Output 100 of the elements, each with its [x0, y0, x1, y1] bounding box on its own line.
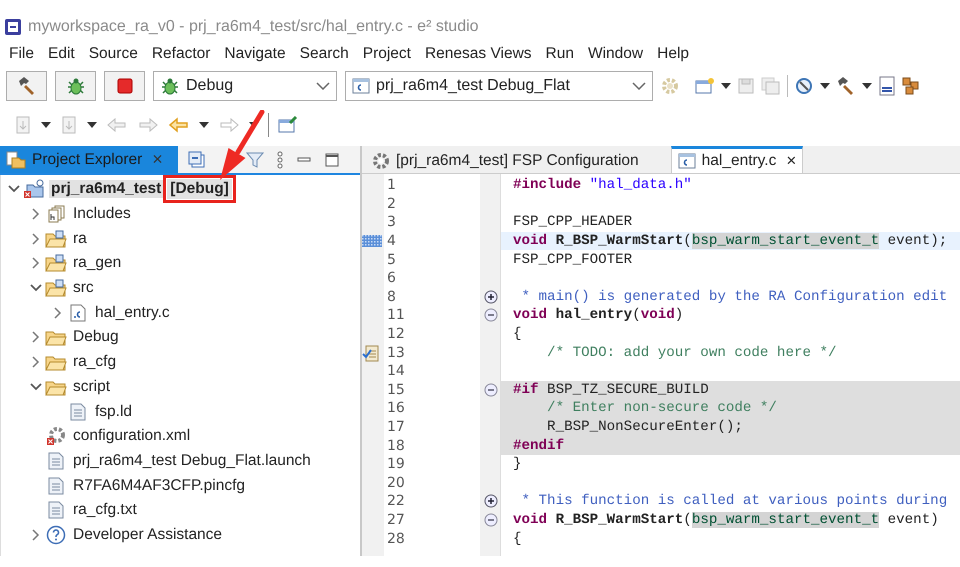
- stop-button[interactable]: [104, 71, 145, 101]
- code-line: }: [512, 455, 523, 474]
- maximize-icon[interactable]: [324, 152, 340, 168]
- binary-file-icon[interactable]: [878, 76, 896, 96]
- tree-item[interactable]: fsp.ld: [93, 402, 134, 421]
- explorer-icon: [6, 150, 26, 168]
- tree-item[interactable]: configuration.xml: [71, 427, 192, 446]
- tree-item[interactable]: hal_entry.c: [93, 304, 172, 322]
- tree-item[interactable]: ra_cfg.txt: [71, 501, 139, 520]
- line-number: 12: [386, 326, 406, 342]
- line-number: 16: [386, 400, 406, 416]
- editor-tab[interactable]: hal_entry.c ×: [670, 146, 804, 173]
- chevron-icon: [316, 82, 330, 90]
- build-button[interactable]: [6, 71, 47, 101]
- tree-item[interactable]: prj_ra6m4_test: [49, 180, 164, 198]
- launch-configuration-dropdown[interactable]: prj_ra6m4_test Debug_Flat: [345, 71, 653, 101]
- tree-item[interactable]: ra_gen: [71, 254, 124, 272]
- tree-item[interactable]: ra: [71, 230, 89, 248]
- pin-window-icon[interactable]: [278, 116, 298, 134]
- line-number: 28: [386, 530, 406, 547]
- code-line: #include "hal_data.h": [512, 176, 693, 195]
- project-explorer-tab[interactable]: Project Explorer ×: [0, 146, 178, 173]
- code-line: void R_BSP_WarmStart(bsp_warm_start_event_t event): [512, 510, 940, 530]
- bug-icon: [160, 76, 180, 96]
- line-number: 5: [386, 252, 397, 268]
- tree-item[interactable]: script: [71, 378, 112, 396]
- collapse-all-icon[interactable]: [188, 150, 206, 168]
- code-line: /* TODO: add your own code here */: [546, 344, 838, 362]
- source-folder-icon: [45, 230, 67, 248]
- tree-item[interactable]: Debug: [71, 328, 121, 346]
- hammer-icon[interactable]: [836, 76, 856, 96]
- app-logo-icon: [4, 18, 22, 36]
- source-folder-icon: [45, 254, 67, 272]
- project-icon: [23, 179, 45, 200]
- tree-item[interactable]: prj_ra6m4_test Debug_Flat.launch: [71, 452, 313, 470]
- bug-icon: [66, 76, 86, 96]
- c-file-icon: [352, 77, 370, 95]
- menu-item[interactable]: Help: [650, 45, 696, 63]
- build-config-label: [Debug]: [167, 179, 232, 200]
- collapse-fold-icon[interactable]: [484, 308, 498, 322]
- line-number: 27: [386, 512, 406, 528]
- line-number: 20: [386, 474, 406, 491]
- tree-item[interactable]: ra_cfg: [71, 353, 118, 372]
- line-number: 2: [386, 196, 397, 212]
- line-number: 6: [386, 270, 397, 286]
- new-window-icon[interactable]: [695, 77, 715, 95]
- menu-item[interactable]: Renesas Views: [418, 45, 539, 63]
- tree-item[interactable]: src: [71, 279, 96, 298]
- editor-tab[interactable]: [prj_ra6m4_test] FSP Configuration: [366, 146, 645, 173]
- menu-item[interactable]: Run: [538, 45, 581, 63]
- menu-item[interactable]: Search: [292, 45, 356, 63]
- line-number: 11: [386, 307, 406, 324]
- gear-file-icon: [45, 426, 67, 446]
- tree-item[interactable]: Developer Assistance: [71, 526, 224, 544]
- code-line: * main() is generated by the RA Configuration edit: [520, 288, 948, 306]
- code-line: {: [512, 325, 523, 344]
- grid-icon[interactable]: [902, 77, 920, 95]
- collapse-fold-icon[interactable]: [484, 382, 498, 397]
- code-line: void hal_entry(void): [512, 306, 684, 325]
- line-number: 1: [386, 177, 397, 194]
- filter-icon[interactable]: [246, 150, 264, 168]
- menu-item[interactable]: Navigate: [217, 45, 293, 63]
- menu-item[interactable]: Project: [356, 45, 418, 63]
- line-number: 8: [386, 288, 397, 305]
- code-line: * This function is called at various points during: [520, 492, 948, 511]
- code-line: FSP_CPP_HEADER: [512, 213, 634, 232]
- collapse-fold-icon[interactable]: [484, 512, 498, 527]
- menu-item[interactable]: Refactor: [144, 45, 218, 63]
- menu-item[interactable]: Window: [580, 45, 650, 63]
- tree-item[interactable]: R7FA6M4AF3CFP.pincfg: [71, 476, 248, 495]
- line-number: 15: [386, 382, 406, 398]
- menu-item[interactable]: Edit: [40, 45, 82, 63]
- line-number: 22: [386, 493, 406, 510]
- code-line: FSP_CPP_FOOTER: [512, 250, 634, 269]
- stop-icon: [116, 77, 134, 95]
- line-number: 14: [386, 363, 406, 380]
- launch-mode-dropdown[interactable]: Debug: [153, 71, 337, 101]
- help-icon: [45, 524, 67, 545]
- editor-area[interactable]: [362, 174, 960, 556]
- line-number: 19: [386, 456, 406, 472]
- line-number: 13: [386, 344, 406, 361]
- menu-item[interactable]: File: [2, 45, 41, 63]
- c-file-icon: [678, 152, 696, 170]
- line-number: 3: [386, 214, 397, 230]
- line-number: 4: [386, 233, 397, 250]
- expand-fold-icon[interactable]: [484, 290, 498, 304]
- chevron-icon: [632, 82, 646, 90]
- menu-icon[interactable]: [276, 150, 284, 168]
- window-title: myworkspace_ra_v0 - prj_ra6m4_test/src/hal_entry.c - e² studio: [28, 18, 479, 36]
- close-button[interactable]: ×: [786, 151, 796, 171]
- code-line: {: [512, 530, 523, 548]
- source-folder-icon: [45, 279, 67, 298]
- expand-fold-icon[interactable]: [484, 494, 498, 508]
- tree-item[interactable]: Includes: [71, 205, 133, 224]
- gear-icon: [372, 152, 390, 170]
- debug-button[interactable]: [55, 71, 96, 101]
- line-number: 17: [386, 419, 406, 436]
- hammer-icon: [16, 76, 36, 96]
- menu-item[interactable]: Source: [82, 45, 145, 63]
- line-number: 18: [386, 438, 406, 454]
